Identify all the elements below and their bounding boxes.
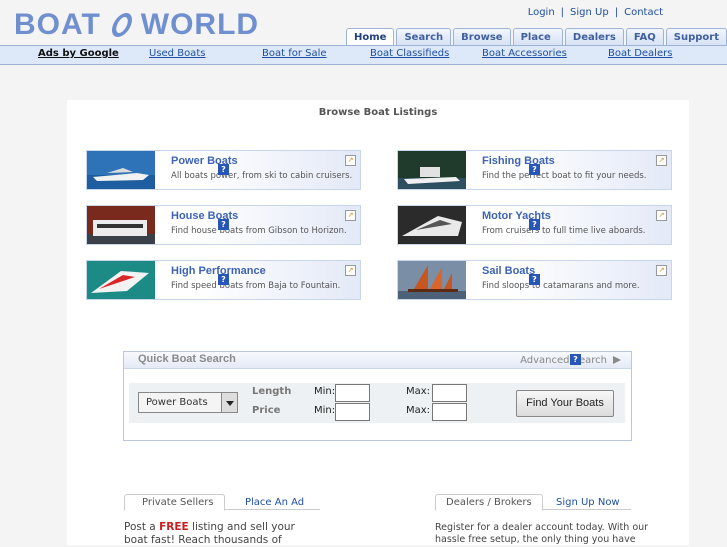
tab-place-ad[interactable]: Place Ad xyxy=(512,28,563,60)
logo-text-left: BOAT xyxy=(14,8,101,41)
tab-faq[interactable]: FAQ xyxy=(625,28,664,45)
length-label: Length xyxy=(252,386,292,397)
category-power-boats[interactable]: Power Boats All boats power, from ski to… xyxy=(86,150,361,190)
sellers-text: Post a FREE listing and sell your boat f… xyxy=(124,521,295,546)
tab-support[interactable]: Support xyxy=(665,28,727,45)
category-desc: Find house boats from Gibson to Horizon. xyxy=(171,226,347,236)
category-motor-yachts[interactable]: Motor Yachts From cruisers to full time … xyxy=(397,205,672,245)
account-links: Login | Sign Up | Contact xyxy=(527,7,663,18)
quick-search-header: Quick Boat Search Advanced Search ? xyxy=(124,352,631,369)
ads-by-google-link[interactable]: Ads by Google xyxy=(38,48,119,59)
boat-classifieds-link[interactable]: Boat Classifieds xyxy=(370,48,449,59)
boat-type-value: Power Boats xyxy=(146,397,208,408)
ad-links-bar: Ads by Google Used Boats Boat for Sale B… xyxy=(0,45,727,65)
help-icon[interactable]: ? xyxy=(529,164,540,175)
dealers-text: Register for a dealer account today. Wit… xyxy=(435,522,649,545)
help-icon[interactable]: ? xyxy=(218,219,229,230)
category-desc: All boats power, from ski to cabin cruis… xyxy=(171,171,353,181)
length-min-label: Min: xyxy=(314,386,336,397)
play-arrow-icon[interactable] xyxy=(613,356,621,364)
open-arrow-icon[interactable]: ↗ xyxy=(345,210,356,221)
open-arrow-icon[interactable]: ↗ xyxy=(345,265,356,276)
logo-text-right: WORLD xyxy=(140,8,260,41)
main-tabs: Home Search Browse Place Ad Dealers FAQ … xyxy=(346,28,727,60)
length-min-input[interactable] xyxy=(335,384,370,402)
sail-boat-photo xyxy=(398,261,466,299)
tab-dealers[interactable]: Dealers xyxy=(564,28,624,45)
contact-link[interactable]: Contact xyxy=(624,7,663,18)
category-desc: Find speed boats from Baja to Fountain. xyxy=(171,281,341,291)
length-max-input[interactable] xyxy=(432,384,467,402)
advanced-search-link[interactable]: Advanced Search xyxy=(520,355,607,366)
logo-ring-icon xyxy=(108,13,136,37)
length-max-label: Max: xyxy=(406,386,431,397)
house-boat-photo xyxy=(87,206,155,244)
power-boat-photo xyxy=(87,151,155,189)
quick-search-title: Quick Boat Search xyxy=(138,353,236,365)
category-house-boats[interactable]: House Boats Find house boats from Gibson… xyxy=(86,205,361,245)
category-desc: From cruisers to full time live aboards. xyxy=(482,226,646,236)
category-fishing-boats[interactable]: Fishing Boats Find the perfect boat to f… xyxy=(397,150,672,190)
used-boats-link[interactable]: Used Boats xyxy=(149,48,205,59)
help-icon[interactable]: ? xyxy=(529,219,540,230)
tab-dealers-brokers[interactable]: Dealers / Brokers xyxy=(435,494,543,511)
boat-for-sale-link[interactable]: Boat for Sale xyxy=(262,48,327,59)
open-arrow-icon[interactable]: ↗ xyxy=(656,265,667,276)
site-logo[interactable]: BOAT WORLD xyxy=(14,8,259,42)
tab-home[interactable]: Home xyxy=(346,28,395,46)
signup-link[interactable]: Sign Up xyxy=(570,7,609,18)
category-title: Sail Boats xyxy=(482,265,536,277)
price-max-label: Max: xyxy=(406,405,431,416)
price-min-input[interactable] xyxy=(335,403,370,421)
main-panel: Browse Boat Listings Power Boats All boa… xyxy=(67,100,689,545)
open-arrow-icon[interactable]: ↗ xyxy=(656,155,667,166)
browse-title: Browse Boat Listings xyxy=(318,107,438,118)
boat-type-select[interactable]: Power Boats xyxy=(138,392,238,413)
speed-boat-photo xyxy=(87,261,155,299)
help-icon[interactable]: ? xyxy=(218,164,229,175)
open-arrow-icon[interactable]: ↗ xyxy=(345,155,356,166)
category-title: Fishing Boats xyxy=(482,155,555,167)
category-sail-boats[interactable]: Sail Boats Find sloops to catamarans and… xyxy=(397,260,672,300)
tab-browse[interactable]: Browse xyxy=(453,28,511,45)
category-desc: Find the perfect boat to fit your needs. xyxy=(482,171,647,181)
tab-search[interactable]: Search xyxy=(396,28,452,45)
price-max-input[interactable] xyxy=(432,403,467,421)
price-min-label: Min: xyxy=(314,405,336,416)
category-title: Motor Yachts xyxy=(482,210,551,222)
login-link[interactable]: Login xyxy=(528,7,555,18)
help-icon[interactable]: ? xyxy=(218,274,229,285)
fishing-boat-photo xyxy=(398,151,466,189)
chevron-down-icon[interactable] xyxy=(221,393,237,412)
place-an-ad-tab[interactable]: Place An Ad xyxy=(245,497,304,508)
find-your-boats-button[interactable]: Find Your Boats xyxy=(516,390,614,417)
quick-search-form: Power Boats Length Price Min: Max: Min: … xyxy=(129,383,625,423)
category-desc: Find sloops to catamarans and more. xyxy=(482,281,640,291)
price-label: Price xyxy=(252,405,281,416)
boat-accessories-link[interactable]: Boat Accessories xyxy=(482,48,567,59)
tab-private-sellers[interactable]: Private Sellers xyxy=(124,494,225,511)
category-high-performance[interactable]: High Performance Find speed boats from B… xyxy=(86,260,361,300)
help-icon[interactable]: ? xyxy=(570,354,581,365)
open-arrow-icon[interactable]: ↗ xyxy=(656,210,667,221)
motor-yacht-photo xyxy=(398,206,466,244)
free-highlight: FREE xyxy=(159,521,189,533)
sign-up-now-tab[interactable]: Sign Up Now xyxy=(556,497,620,508)
boat-dealers-link[interactable]: Boat Dealers xyxy=(608,48,672,59)
quick-search-box: Quick Boat Search Advanced Search ? Powe… xyxy=(123,351,632,441)
help-icon[interactable]: ? xyxy=(529,274,540,285)
